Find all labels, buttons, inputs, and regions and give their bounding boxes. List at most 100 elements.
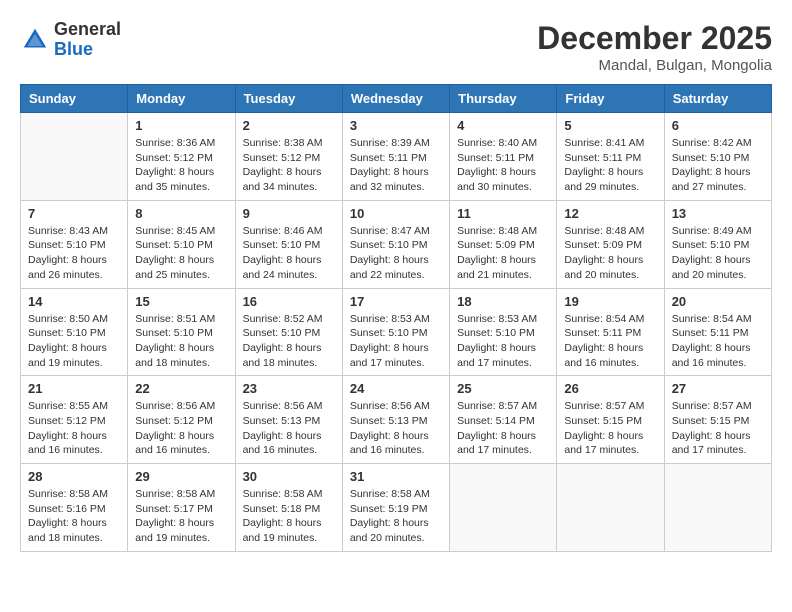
week-row-1: 1 Sunrise: 8:36 AM Sunset: 5:12 PM Daylig… xyxy=(21,113,772,201)
day-number: 24 xyxy=(350,381,442,396)
calendar-cell: 18 Sunrise: 8:53 AM Sunset: 5:10 PM Dayli… xyxy=(450,288,557,376)
calendar-cell: 13 Sunrise: 8:49 AM Sunset: 5:10 PM Dayli… xyxy=(664,200,771,288)
day-info: Sunrise: 8:48 AM Sunset: 5:09 PM Dayligh… xyxy=(564,224,656,283)
weekday-header-tuesday: Tuesday xyxy=(235,85,342,113)
calendar-cell: 7 Sunrise: 8:43 AM Sunset: 5:10 PM Daylig… xyxy=(21,200,128,288)
day-number: 14 xyxy=(28,294,120,309)
calendar-cell: 19 Sunrise: 8:54 AM Sunset: 5:11 PM Dayli… xyxy=(557,288,664,376)
calendar-cell: 11 Sunrise: 8:48 AM Sunset: 5:09 PM Dayli… xyxy=(450,200,557,288)
weekday-header-monday: Monday xyxy=(128,85,235,113)
day-number: 31 xyxy=(350,469,442,484)
calendar-cell: 20Sunrise: 8:54 AM Sunset: 5:11 PM Dayli… xyxy=(664,288,771,376)
day-number: 17 xyxy=(350,294,442,309)
day-info: Sunrise: 8:58 AM Sunset: 5:17 PM Dayligh… xyxy=(135,487,227,546)
day-number: 20 xyxy=(672,294,764,309)
day-number: 30 xyxy=(243,469,335,484)
calendar-cell: 29Sunrise: 8:58 AM Sunset: 5:17 PM Dayli… xyxy=(128,464,235,552)
day-info: Sunrise: 8:57 AM Sunset: 5:14 PM Dayligh… xyxy=(457,399,549,458)
day-number: 23 xyxy=(243,381,335,396)
weekday-header-thursday: Thursday xyxy=(450,85,557,113)
week-row-5: 28Sunrise: 8:58 AM Sunset: 5:16 PM Dayli… xyxy=(21,464,772,552)
calendar-cell xyxy=(557,464,664,552)
calendar-cell xyxy=(664,464,771,552)
calendar-cell: 30 Sunrise: 8:58 AM Sunset: 5:18 PM Dayli… xyxy=(235,464,342,552)
day-number: 2 xyxy=(243,118,335,133)
day-info: Sunrise: 8:53 AM Sunset: 5:10 PM Dayligh… xyxy=(350,312,442,371)
day-number: 21 xyxy=(28,381,120,396)
day-info: Sunrise: 8:54 AM Sunset: 5:11 PM Dayligh… xyxy=(564,312,656,371)
calendar-cell xyxy=(450,464,557,552)
calendar-table: SundayMondayTuesdayWednesdayThursdayFrid… xyxy=(20,84,772,552)
day-number: 19 xyxy=(564,294,656,309)
calendar-cell: 1 Sunrise: 8:36 AM Sunset: 5:12 PM Daylig… xyxy=(128,113,235,201)
day-info: Sunrise: 8:45 AM Sunset: 5:10 PM Dayligh… xyxy=(135,224,227,283)
day-info: Sunrise: 8:57 AM Sunset: 5:15 PM Dayligh… xyxy=(672,399,764,458)
day-number: 22 xyxy=(135,381,227,396)
day-info: Sunrise: 8:58 AM Sunset: 5:18 PM Dayligh… xyxy=(243,487,335,546)
day-info: Sunrise: 8:51 AM Sunset: 5:10 PM Dayligh… xyxy=(135,312,227,371)
calendar-cell: 26 Sunrise: 8:57 AM Sunset: 5:15 PM Dayli… xyxy=(557,376,664,464)
day-info: Sunrise: 8:55 AM Sunset: 5:12 PM Dayligh… xyxy=(28,399,120,458)
day-info: Sunrise: 8:49 AM Sunset: 5:10 PM Dayligh… xyxy=(672,224,764,283)
day-number: 10 xyxy=(350,206,442,221)
calendar-cell: 17 Sunrise: 8:53 AM Sunset: 5:10 PM Dayli… xyxy=(342,288,449,376)
day-info: Sunrise: 8:50 AM Sunset: 5:10 PM Dayligh… xyxy=(28,312,120,371)
day-number: 11 xyxy=(457,206,549,221)
calendar-cell: 21 Sunrise: 8:55 AM Sunset: 5:12 PM Dayli… xyxy=(21,376,128,464)
calendar-cell: 28Sunrise: 8:58 AM Sunset: 5:16 PM Dayli… xyxy=(21,464,128,552)
day-info: Sunrise: 8:40 AM Sunset: 5:11 PM Dayligh… xyxy=(457,136,549,195)
week-row-2: 7 Sunrise: 8:43 AM Sunset: 5:10 PM Daylig… xyxy=(21,200,772,288)
day-info: Sunrise: 8:38 AM Sunset: 5:12 PM Dayligh… xyxy=(243,136,335,195)
calendar-cell: 14 Sunrise: 8:50 AM Sunset: 5:10 PM Dayli… xyxy=(21,288,128,376)
day-info: Sunrise: 8:39 AM Sunset: 5:11 PM Dayligh… xyxy=(350,136,442,195)
calendar-cell: 5 Sunrise: 8:41 AM Sunset: 5:11 PM Daylig… xyxy=(557,113,664,201)
day-number: 27 xyxy=(672,381,764,396)
day-number: 18 xyxy=(457,294,549,309)
day-info: Sunrise: 8:53 AM Sunset: 5:10 PM Dayligh… xyxy=(457,312,549,371)
calendar-cell: 6Sunrise: 8:42 AM Sunset: 5:10 PM Daylig… xyxy=(664,113,771,201)
week-row-3: 14 Sunrise: 8:50 AM Sunset: 5:10 PM Dayli… xyxy=(21,288,772,376)
day-info: Sunrise: 8:42 AM Sunset: 5:10 PM Dayligh… xyxy=(672,136,764,195)
day-number: 9 xyxy=(243,206,335,221)
calendar-cell: 27 Sunrise: 8:57 AM Sunset: 5:15 PM Dayli… xyxy=(664,376,771,464)
calendar-cell: 15Sunrise: 8:51 AM Sunset: 5:10 PM Dayli… xyxy=(128,288,235,376)
calendar-cell: 9Sunrise: 8:46 AM Sunset: 5:10 PM Daylig… xyxy=(235,200,342,288)
day-info: Sunrise: 8:58 AM Sunset: 5:16 PM Dayligh… xyxy=(28,487,120,546)
calendar-cell xyxy=(21,113,128,201)
day-info: Sunrise: 8:52 AM Sunset: 5:10 PM Dayligh… xyxy=(243,312,335,371)
calendar-cell: 4 Sunrise: 8:40 AM Sunset: 5:11 PM Daylig… xyxy=(450,113,557,201)
weekday-header-wednesday: Wednesday xyxy=(342,85,449,113)
day-number: 7 xyxy=(28,206,120,221)
day-number: 13 xyxy=(672,206,764,221)
day-number: 4 xyxy=(457,118,549,133)
day-info: Sunrise: 8:56 AM Sunset: 5:13 PM Dayligh… xyxy=(243,399,335,458)
title-block: December 2025 Mandal, Bulgan, Mongolia xyxy=(537,20,772,74)
logo-blue: Blue xyxy=(54,40,121,60)
day-info: Sunrise: 8:36 AM Sunset: 5:12 PM Dayligh… xyxy=(135,136,227,195)
calendar-cell: 16 Sunrise: 8:52 AM Sunset: 5:10 PM Dayli… xyxy=(235,288,342,376)
day-info: Sunrise: 8:47 AM Sunset: 5:10 PM Dayligh… xyxy=(350,224,442,283)
logo-icon xyxy=(20,25,50,55)
day-info: Sunrise: 8:41 AM Sunset: 5:11 PM Dayligh… xyxy=(564,136,656,195)
day-number: 12 xyxy=(564,206,656,221)
day-number: 26 xyxy=(564,381,656,396)
weekday-header-row: SundayMondayTuesdayWednesdayThursdayFrid… xyxy=(21,85,772,113)
page-header: General Blue December 2025 Mandal, Bulga… xyxy=(20,20,772,74)
weekday-header-friday: Friday xyxy=(557,85,664,113)
day-number: 1 xyxy=(135,118,227,133)
month-title: December 2025 xyxy=(537,20,772,57)
day-info: Sunrise: 8:43 AM Sunset: 5:10 PM Dayligh… xyxy=(28,224,120,283)
calendar-cell: 10 Sunrise: 8:47 AM Sunset: 5:10 PM Dayli… xyxy=(342,200,449,288)
day-info: Sunrise: 8:57 AM Sunset: 5:15 PM Dayligh… xyxy=(564,399,656,458)
day-number: 16 xyxy=(243,294,335,309)
day-info: Sunrise: 8:58 AM Sunset: 5:19 PM Dayligh… xyxy=(350,487,442,546)
calendar-cell: 8Sunrise: 8:45 AM Sunset: 5:10 PM Daylig… xyxy=(128,200,235,288)
weekday-header-sunday: Sunday xyxy=(21,85,128,113)
logo: General Blue xyxy=(20,20,121,60)
day-info: Sunrise: 8:56 AM Sunset: 5:12 PM Dayligh… xyxy=(135,399,227,458)
day-info: Sunrise: 8:48 AM Sunset: 5:09 PM Dayligh… xyxy=(457,224,549,283)
calendar-cell: 3Sunrise: 8:39 AM Sunset: 5:11 PM Daylig… xyxy=(342,113,449,201)
day-number: 5 xyxy=(564,118,656,133)
calendar-cell: 22 Sunrise: 8:56 AM Sunset: 5:12 PM Dayli… xyxy=(128,376,235,464)
week-row-4: 21 Sunrise: 8:55 AM Sunset: 5:12 PM Dayli… xyxy=(21,376,772,464)
